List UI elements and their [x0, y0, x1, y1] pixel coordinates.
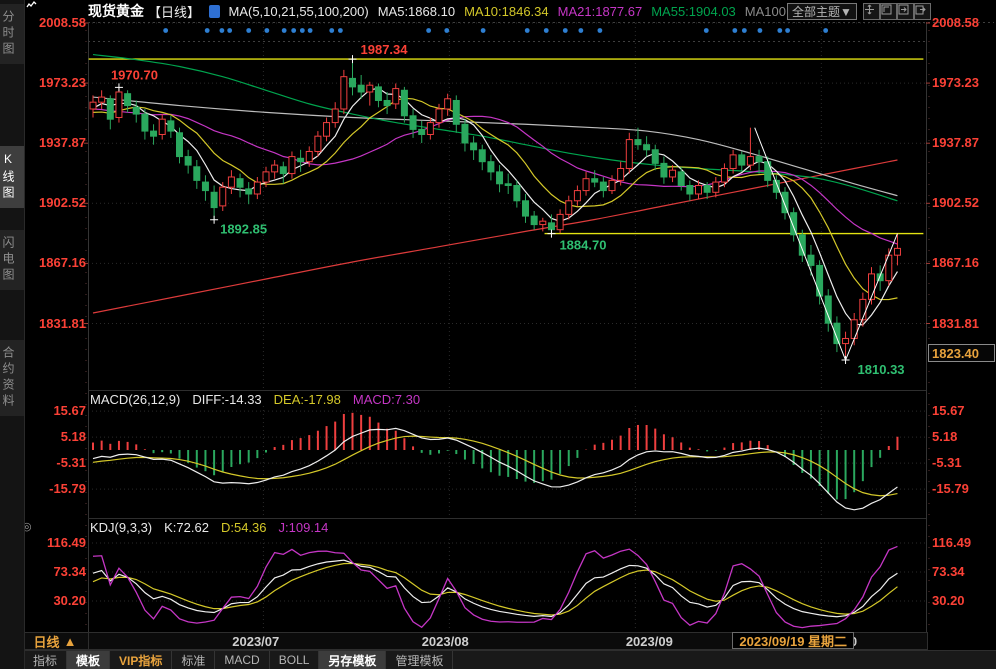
macd-name: MACD(26,12,9) — [90, 392, 181, 407]
pane-axis-icon[interactable] — [880, 3, 897, 20]
bottom-toolbar: 指标 模板 VIP指标 标准 MACD BOLL 另存模板 管理模板 — [0, 650, 996, 669]
svg-text:1884.70: 1884.70 — [559, 238, 606, 253]
ma5-value: MA5:1868.10 — [377, 3, 456, 19]
event-dots[interactable] — [163, 28, 829, 33]
axis-label: -15.79 — [932, 481, 969, 497]
period-label: 【日线】 — [148, 4, 201, 20]
trading-app-window: 1987.34 1970.70 1892.85 1884.70 1810.33 分时图 … — [0, 0, 996, 669]
axis-label: 1831.81 — [932, 315, 979, 331]
axis-label: 1937.87 — [39, 135, 86, 151]
axis-label: -5.31 — [932, 455, 962, 471]
date-label: 2023/07 — [232, 634, 280, 649]
kdj-d-value: D:54.36 — [220, 520, 267, 535]
kdj-j-value: J:109.14 — [278, 520, 329, 535]
axis-label: 30.20 — [53, 592, 86, 608]
svg-text:1970.70: 1970.70 — [111, 67, 158, 82]
axis-label: 73.34 — [53, 564, 86, 579]
period-selector[interactable]: 日线 ▲ — [21, 632, 89, 650]
axis-label: 1831.81 — [39, 315, 86, 331]
date-hover-tooltip: 2023/09/19 星期二 — [732, 632, 855, 649]
svg-text:1810.33: 1810.33 — [858, 362, 905, 377]
period-selector-label: 日线 — [33, 634, 60, 650]
toolbar-tab-save-template[interactable]: 另存模板 — [319, 651, 387, 669]
axis-label: 116.49 — [46, 535, 86, 550]
axis-label: 5.18 — [932, 429, 958, 445]
ma55-value: MA55:1904.03 — [651, 3, 736, 19]
move-crosshair-icon[interactable] — [863, 3, 880, 20]
kdj-k-value: K:72.62 — [164, 520, 209, 535]
period-up-arrow-icon: ▲ — [63, 633, 77, 649]
sidebar-tab-lightning-chart[interactable]: 闪电图 — [0, 230, 24, 290]
date-label: 2023/09 — [625, 634, 673, 649]
axis-label: 2008.58 — [932, 15, 979, 30]
axis-label: 1973.23 — [932, 75, 979, 91]
axis-label: 1867.16 — [39, 255, 86, 271]
ma10-value: MA10:1846.34 — [464, 3, 549, 19]
left-sidebar: 分时图 K线图 闪电图 合约资料 — [0, 0, 25, 669]
kdj-panel-header: KDJ(9,3,3) K:72.62 D:54.36 J:109.14 — [90, 520, 328, 535]
axis-label: 1902.52 — [39, 195, 86, 211]
sidebar-tab-kline-chart[interactable]: K线图 — [0, 146, 24, 208]
ma21-value: MA21:1877.67 — [557, 3, 643, 19]
kdj-panel — [92, 545, 898, 629]
macd-macd-value: MACD:7.30 — [352, 392, 421, 407]
toolbar-tab-boll[interactable]: BOLL — [270, 651, 320, 669]
chart-type-icon[interactable] — [26, 1, 220, 18]
theme-dropdown-button[interactable]: 全部主题▼ — [787, 3, 857, 20]
toolbar-tab-indicators[interactable]: 指标 — [24, 651, 68, 669]
toolbar-tab-vip-indicators[interactable]: VIP指标 — [110, 651, 173, 669]
axis-label: 116.49 — [932, 535, 972, 550]
chart-header: 现货黄金 【日线】 MA(5,10,21,55,100,200) MA5:186… — [26, 0, 786, 22]
sidebar-tab-time-chart[interactable]: 分时图 — [0, 4, 24, 64]
axis-label: 5.18 — [60, 429, 86, 445]
macd-dea-value: DEA:-17.98 — [273, 392, 341, 407]
ma-settings-label: MA(5,10,21,55,100,200) — [228, 3, 369, 19]
axis-label: 73.34 — [932, 564, 965, 579]
sidebar-tab-contract-info[interactable]: 合约资料 — [0, 340, 24, 416]
axis-label: 15.67 — [932, 403, 965, 419]
candlestick-series[interactable] — [89, 59, 901, 361]
pane-forward-icon[interactable] — [897, 3, 914, 20]
pane-pop-out-icon[interactable] — [914, 3, 931, 20]
axis-label: -5.31 — [56, 455, 86, 471]
chart-canvas[interactable]: 1987.34 1970.70 1892.85 1884.70 1810.33 — [0, 0, 996, 669]
kdj-name: KDJ(9,3,3) — [90, 520, 153, 535]
toolbar-tab-manage-templates[interactable]: 管理模板 — [386, 651, 454, 669]
axis-label: 15.67 — [53, 403, 86, 419]
macd-panel-header: MACD(26,12,9) DIFF:-14.33 DEA:-17.98 MAC… — [90, 392, 420, 407]
axis-label: -15.79 — [49, 481, 86, 497]
date-axis[interactable]: 2023/09/19 星期二 2023/072023/082023/092023… — [88, 632, 928, 650]
last-price-marker: 1823.40 — [928, 344, 995, 362]
axis-label: 1902.52 — [932, 195, 979, 211]
axis-label: 1973.23 — [39, 75, 86, 91]
svg-text:1892.85: 1892.85 — [220, 222, 267, 237]
date-label: 2023/08 — [421, 634, 469, 649]
svg-text:1987.34: 1987.34 — [361, 42, 409, 57]
symbol-name: 现货黄金 — [88, 3, 144, 19]
axis-label: 1867.16 — [932, 255, 979, 271]
axis-label: 1937.87 — [932, 135, 979, 151]
macd-panel — [92, 412, 899, 511]
macd-diff-value: DIFF:-14.33 — [192, 392, 262, 407]
toolbar-tab-templates[interactable]: 模板 — [67, 651, 111, 669]
ma100-label: MA100 — [744, 3, 786, 19]
axis-label: 30.20 — [932, 592, 965, 608]
toolbar-tab-macd[interactable]: MACD — [215, 651, 270, 669]
toolbar-tab-standard[interactable]: 标准 — [172, 651, 216, 669]
